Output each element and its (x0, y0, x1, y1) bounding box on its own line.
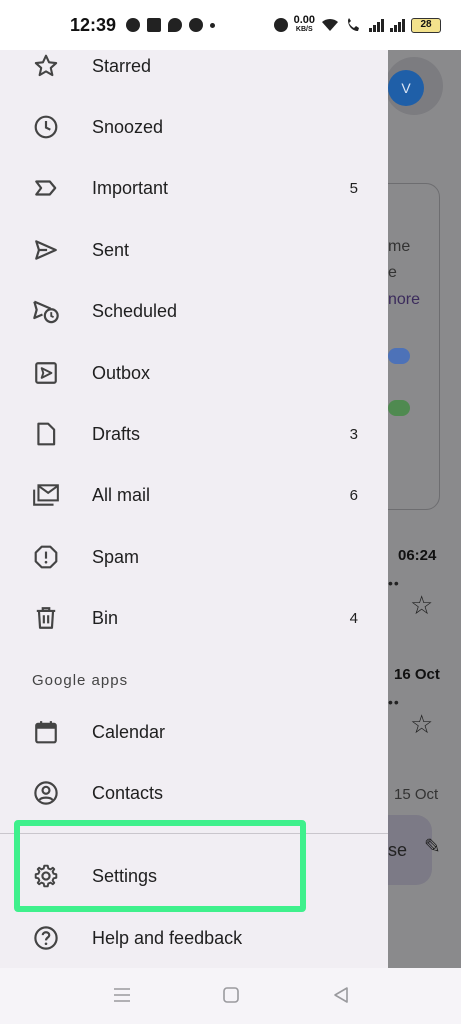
nav-count-important: 5 (349, 179, 358, 197)
system-navigation-bar (0, 968, 461, 1024)
nav-label-drafts: Drafts (92, 423, 141, 444)
nav-label-starred: Starred (92, 55, 152, 76)
home-button[interactable] (222, 986, 240, 1009)
nav-item-contacts[interactable]: Contacts (0, 765, 388, 821)
help-icon (32, 924, 60, 952)
card-pill-green (388, 400, 410, 416)
nav-item-important[interactable]: Important 5 (0, 160, 388, 216)
account-avatar: V (388, 70, 424, 106)
nav-item-snoozed[interactable]: Snoozed (0, 99, 388, 155)
compose-button-label: se (388, 840, 408, 860)
nav-item-scheduled[interactable]: Scheduled (0, 283, 388, 339)
outbox-icon (32, 359, 60, 387)
status-time: 12:39 (70, 14, 117, 35)
notification-icons (126, 18, 216, 32)
recent-apps-button[interactable] (112, 986, 132, 1009)
nav-count-all-mail: 6 (349, 486, 358, 504)
all-mail-icon (32, 481, 60, 509)
nav-label-important: Important (92, 177, 169, 198)
nav-item-calendar[interactable]: Calendar (0, 704, 388, 760)
card-text-1: me (388, 238, 411, 255)
alarm-icon (273, 18, 288, 32)
nav-item-all-mail[interactable]: All mail 6 (0, 467, 388, 523)
nav-label-snoozed: Snoozed (92, 116, 164, 137)
clock-icon (32, 113, 60, 141)
send-icon (32, 236, 60, 264)
nav-label-sent: Sent (92, 239, 130, 260)
nav-item-bin[interactable]: Bin 4 (0, 590, 388, 646)
google-apps-heading: Google apps (32, 672, 129, 689)
draft-icon (32, 420, 60, 448)
volte-call-icon (348, 18, 359, 31)
schedule-send-icon (32, 297, 60, 325)
spam-icon (32, 543, 60, 571)
network-speed-unit: KB/S (295, 26, 313, 33)
trash-icon (32, 604, 60, 632)
network-speed-value: 0.00 (293, 14, 315, 26)
compose-icon: ✎ (424, 836, 441, 858)
message-icon (147, 18, 162, 32)
back-button[interactable] (332, 986, 350, 1009)
nav-label-calendar: Calendar (92, 721, 166, 742)
mail-snippet-1: •• (388, 575, 400, 591)
star-icon (32, 52, 60, 80)
whatsapp-icon (126, 18, 141, 32)
nav-label-contacts: Contacts (92, 782, 164, 803)
nav-label-bin: Bin (92, 607, 119, 628)
mail-time-2: 16 Oct (394, 666, 440, 683)
nav-item-drafts[interactable]: Drafts 3 (0, 406, 388, 462)
nav-item-sent[interactable]: Sent (0, 222, 388, 278)
wifi-icon (322, 18, 338, 31)
nav-count-bin: 4 (349, 609, 358, 627)
nav-item-spam[interactable]: Spam (0, 529, 388, 585)
calendar-icon (32, 718, 60, 746)
status-bar: 12:39 0.00 KB/S 28 (0, 0, 461, 50)
nav-label-outbox: Outbox (92, 362, 151, 383)
nav-item-starred[interactable]: Starred (0, 50, 388, 94)
battery-indicator: 28 (411, 17, 441, 33)
nav-label-spam: Spam (92, 546, 140, 567)
card-text-2: e (388, 264, 397, 281)
star-icon-mail-1: ☆ (410, 590, 434, 620)
card-text-3: nore (388, 291, 421, 308)
important-label-icon (32, 174, 60, 202)
signal-icon-1 (369, 18, 384, 32)
mail-time-3: 15 Oct (394, 786, 439, 803)
signal-icon-2 (390, 18, 405, 32)
contacts-icon (32, 779, 60, 807)
nav-label-help: Help and feedback (92, 927, 243, 948)
settings-highlight-box (14, 820, 306, 912)
nav-label-scheduled: Scheduled (92, 300, 178, 321)
nav-label-all-mail: All mail (92, 484, 151, 505)
app-notification-icon (189, 18, 204, 32)
nav-item-help[interactable]: Help and feedback (0, 910, 388, 966)
location-icon (168, 18, 183, 32)
card-pill-blue (388, 348, 410, 364)
nav-count-drafts: 3 (349, 425, 358, 443)
star-icon-mail-2: ☆ (410, 709, 434, 739)
more-notifications-icon (210, 22, 216, 28)
network-speed: 0.00 KB/S (293, 14, 315, 34)
mail-snippet-2: •• (388, 694, 400, 710)
nav-item-outbox[interactable]: Outbox (0, 345, 388, 401)
mail-time-1: 06:24 (398, 547, 437, 564)
system-icons: 0.00 KB/S 28 (273, 14, 441, 34)
